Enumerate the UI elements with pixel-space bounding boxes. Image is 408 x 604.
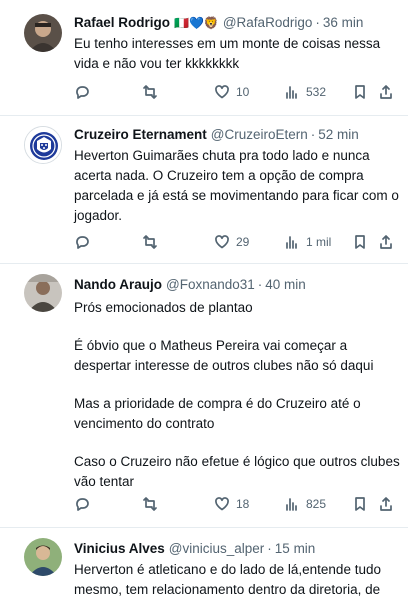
tweet-paragraph: Prós emocionados de plantao — [74, 300, 253, 315]
author-handle[interactable]: @vinicius_alper — [169, 540, 265, 558]
tweet-actions: 18 825 — [74, 496, 394, 514]
reply-button[interactable] — [74, 84, 96, 100]
timestamp[interactable]: 52 min — [318, 126, 359, 144]
tweet[interactable]: Vinicius Alves @vinicius_alper · 15 min … — [0, 528, 408, 604]
analytics-icon — [286, 236, 297, 249]
tweet-text: Eu tenho interesses em um monte de coisa… — [74, 34, 404, 74]
tweet-header: Vinicius Alves @vinicius_alper · 15 min — [74, 540, 404, 558]
bookmark-icon — [355, 235, 365, 249]
tweet-header: Nando Araujo @Foxnando31 · 40 min — [74, 276, 404, 294]
tweet-paragraph: Eu tenho interesses em um monte de coisa… — [74, 36, 381, 71]
bookmark-icon — [355, 85, 365, 99]
share-button[interactable] — [378, 496, 394, 512]
tweet-text: Prós emocionados de plantao É óbvio que … — [74, 298, 404, 492]
tweet-text: Herverton é atleticano e do lado de lá,e… — [74, 560, 404, 604]
separator-dot: · — [315, 15, 320, 30]
tweet-header: Cruzeiro Eternament @CruzeiroEtern · 52 … — [74, 126, 404, 144]
view-count: 825 — [306, 497, 327, 511]
like-button[interactable]: 10 — [214, 84, 249, 100]
analytics-icon — [286, 498, 297, 511]
share-icon — [380, 85, 392, 99]
share-icon — [380, 235, 392, 249]
retweet-button[interactable] — [142, 84, 164, 100]
like-count: 29 — [236, 235, 250, 249]
author-name[interactable]: Nando Araujo — [74, 276, 162, 294]
like-button[interactable]: 29 — [214, 234, 249, 250]
reply-button[interactable] — [74, 234, 96, 250]
reply-icon — [76, 236, 89, 249]
tweet-paragraph: Heverton Guimarães chuta pra todo lado e… — [74, 148, 399, 223]
views-button[interactable]: 532 — [284, 84, 326, 100]
share-button[interactable] — [378, 84, 394, 100]
like-count: 18 — [236, 497, 250, 511]
tweet-paragraph: Caso o Cruzeiro não efetue é lógico que … — [74, 454, 400, 489]
bookmark-button[interactable] — [352, 496, 368, 512]
author-name[interactable]: Cruzeiro Eternament — [74, 126, 207, 144]
author-name[interactable]: Vinicius Alves — [74, 540, 165, 558]
avatar[interactable] — [24, 538, 62, 576]
tweet-paragraph: É óbvio que o Matheus Pereira vai começa… — [74, 338, 374, 373]
author-handle[interactable]: @Foxnando31 — [166, 276, 255, 294]
author-handle[interactable]: @CruzeiroEtern — [211, 126, 308, 144]
heart-icon — [215, 497, 229, 511]
separator-dot: · — [267, 541, 272, 556]
like-count: 10 — [236, 85, 250, 99]
retweet-button[interactable] — [142, 234, 164, 250]
timestamp[interactable]: 15 min — [275, 540, 316, 558]
avatar[interactable] — [24, 126, 62, 164]
tweet[interactable]: Cruzeiro Eternament @CruzeiroEtern · 52 … — [0, 116, 408, 264]
avatar[interactable] — [24, 14, 62, 52]
tweet-paragraph: Mas a prioridade de compra é do Cruzeiro… — [74, 396, 361, 431]
heart-icon — [215, 85, 229, 99]
tweet-actions: 29 1 mil — [74, 234, 394, 252]
tweet[interactable]: Rafael Rodrigo 🇮🇹💙🦁 @RafaRodrigo · 36 mi… — [0, 0, 408, 116]
view-count: 532 — [306, 85, 327, 99]
bookmark-button[interactable] — [352, 234, 368, 250]
bookmark-icon — [355, 497, 365, 511]
heart-icon — [215, 235, 229, 249]
views-button[interactable]: 1 mil — [284, 234, 331, 250]
view-count: 1 mil — [306, 235, 332, 249]
timestamp[interactable]: 40 min — [265, 276, 306, 294]
reply-icon — [76, 86, 89, 99]
bookmark-button[interactable] — [352, 84, 368, 100]
name-emojis: 🇮🇹💙🦁 — [174, 16, 219, 30]
retweet-icon — [143, 497, 157, 511]
analytics-icon — [286, 86, 297, 99]
share-button[interactable] — [378, 234, 394, 250]
share-icon — [380, 497, 392, 511]
author-name[interactable]: Rafael Rodrigo — [74, 14, 170, 32]
like-button[interactable]: 18 — [214, 496, 249, 512]
tweet-actions: 10 532 — [74, 84, 394, 102]
reply-icon — [76, 498, 89, 511]
separator-dot: · — [257, 277, 263, 292]
author-handle[interactable]: @RafaRodrigo — [223, 14, 313, 32]
views-button[interactable]: 825 — [284, 496, 326, 512]
retweet-button[interactable] — [142, 496, 164, 512]
retweet-icon — [143, 85, 157, 99]
timestamp[interactable]: 36 min — [323, 14, 364, 32]
tweet[interactable]: Nando Araujo @Foxnando31 · 40 min Prós e… — [0, 264, 408, 528]
tweet-paragraph: Herverton é atleticano e do lado de lá,e… — [74, 562, 381, 604]
reply-button[interactable] — [74, 496, 96, 512]
avatar[interactable] — [24, 274, 62, 312]
separator-dot: · — [310, 127, 316, 142]
tweet-header: Rafael Rodrigo 🇮🇹💙🦁 @RafaRodrigo · 36 mi… — [74, 14, 404, 32]
tweet-text: Heverton Guimarães chuta pra todo lado e… — [74, 146, 404, 226]
retweet-icon — [143, 235, 157, 249]
